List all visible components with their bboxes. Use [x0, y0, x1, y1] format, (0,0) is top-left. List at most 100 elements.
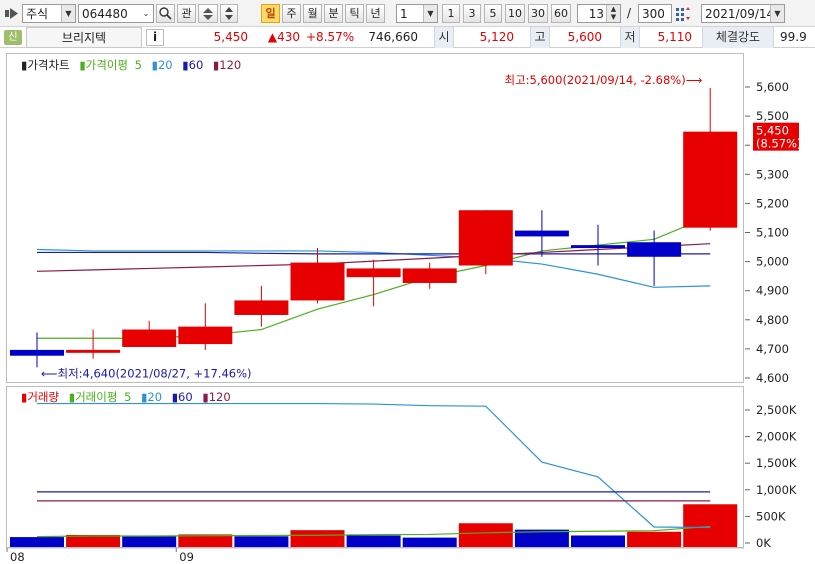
x-axis-label: 09 [179, 550, 194, 564]
period-tab-1[interactable]: 주 [282, 4, 301, 23]
volume-axis-label: 1,500K [756, 456, 797, 470]
price-axis-label: 4,700 [756, 342, 789, 356]
volume-chart-panel[interactable]: ▮거래량 ▮거래이평 5 ▮20 ▮60 ▮120 [6, 386, 744, 548]
candle-11 [627, 230, 682, 286]
period-tab-4[interactable]: 틱 [345, 4, 364, 23]
candle-4 [234, 285, 289, 327]
grid-settings-icon [676, 7, 690, 21]
x-axis-svg: 08 09 [6, 547, 744, 564]
search-button[interactable] [156, 4, 175, 23]
quick-unit-10[interactable]: 10 [505, 4, 525, 23]
candle-body [234, 300, 289, 315]
price-axis-label: 5,100 [756, 226, 789, 240]
candle-12 [683, 88, 738, 231]
high-price: 5,600 [567, 30, 602, 44]
quick-unit-30[interactable]: 30 [528, 4, 548, 23]
candle-body [627, 242, 682, 257]
candle-body [514, 230, 569, 237]
price-axis-label: 5,500 [756, 109, 789, 123]
volume-bar-6 [346, 535, 401, 547]
stepper-arrows-icon[interactable]: ▲ ▼ [606, 5, 620, 22]
candle-body [66, 349, 121, 353]
period-tab-3[interactable]: 분 [324, 4, 343, 23]
unit-select[interactable]: 1 ▼ [396, 4, 438, 23]
price-axis-label: 5,000 [756, 255, 789, 269]
date-select[interactable]: 2021/09/14 ▼ [701, 4, 785, 23]
price-chart-plot: 최고:5,600(2021/09/14, -2.68%)⟶ ⟵최저:4,640(2… [10, 73, 738, 380]
period-tab-0[interactable]: 일 [261, 4, 280, 23]
count-max-input[interactable]: 300 [638, 4, 672, 23]
price-axis-label: 4,800 [756, 313, 789, 327]
volume-bar-8 [458, 523, 513, 547]
quick-unit-3[interactable]: 3 [463, 4, 481, 23]
scroll-spinner[interactable] [220, 4, 238, 23]
volume-axis-svg: 0K 500K 1,000K 1,500K 2,000K 2,500K [745, 403, 797, 550]
candle-3 [178, 303, 233, 350]
high-label: 고 [530, 27, 550, 48]
volume-ma-20-line [37, 402, 711, 529]
candle-10 [571, 224, 625, 266]
volume-axis-label: 500K [756, 509, 786, 523]
candle-8 [458, 210, 513, 275]
price-axis-label: 4,900 [756, 284, 789, 298]
volume-axis-label: 1,000K [756, 483, 797, 497]
volume-axis-label: 2,500K [756, 403, 797, 417]
period-tab-5[interactable]: 년 [366, 4, 385, 23]
candle-body [122, 329, 177, 347]
candle-body [10, 349, 64, 356]
strength-label: 체결강도 [702, 27, 774, 48]
open-price: 5,120 [479, 30, 514, 44]
info-button[interactable]: i [146, 29, 164, 46]
quick-unit-1[interactable]: 1 [442, 4, 460, 23]
candle-2 [122, 320, 177, 347]
trade-volume: 746,660 [368, 30, 418, 44]
sync-button[interactable] [198, 4, 218, 23]
price-chart-panel[interactable]: ▮가격차트 ▮가격이평 5 ▮20 ▮60 ▮120 최고:5,600(2021… [6, 53, 744, 383]
quick-unit-60[interactable]: 60 [551, 4, 571, 23]
price-change: ▲430 [267, 30, 300, 44]
menu-arrow-icon[interactable] [4, 4, 20, 23]
stock-code-input[interactable]: 064480 ⌄ [78, 4, 154, 23]
volume-bar-5 [290, 530, 345, 547]
chevron-down-icon: ▼ [61, 5, 75, 22]
volume-bar-4 [234, 536, 289, 547]
count-slash: / [627, 6, 632, 20]
price-change-pct: +8.57% [306, 30, 355, 44]
volume-bar-2 [122, 536, 177, 547]
volume-axis: 0K 500K 1,000K 1,500K 2,000K 2,500K [745, 386, 815, 550]
volume-bar-11 [627, 531, 682, 547]
current-price-tag-value: 5,450 [756, 124, 789, 138]
count-stepper[interactable]: 13 ▲ ▼ [577, 4, 621, 23]
candle-body [346, 268, 401, 278]
candle-9 [514, 210, 569, 257]
count-max-value: 300 [642, 7, 665, 21]
sync-icon [203, 8, 213, 20]
volume-bar-12 [683, 504, 738, 547]
current-price-tag-pct: (8.57%) [756, 137, 802, 151]
volume-axis-label: 0K [756, 536, 771, 548]
trade-strength: 99.9 [780, 30, 807, 44]
grid-settings-button[interactable] [675, 4, 691, 23]
volume-bar-7 [402, 537, 457, 547]
candle-body [571, 245, 625, 249]
low-label: 저 [620, 27, 640, 48]
chart-toolbar: 주식 ▼ 064480 ⌄ 관 일주월분틱년 1 ▼ 1 3 5 10 30 60 13 … [0, 0, 815, 27]
stock-name: 브리지텍 [26, 27, 142, 48]
interest-button[interactable]: 관 [177, 4, 196, 23]
candle-7 [402, 262, 457, 289]
quote-info-bar: 신 브리지텍 i 5,450 ▲430 +8.57% 746,660 시 5,1… [0, 27, 815, 48]
quick-unit-5[interactable]: 5 [484, 4, 502, 23]
price-axis-label: 5,200 [756, 196, 789, 210]
high-annotation: 최고:5,600(2021/09/14, -2.68%)⟶ [504, 73, 702, 87]
low-price: 5,110 [657, 30, 692, 44]
spinner-arrows-icon [225, 7, 233, 20]
price-axis-svg: 4,600 4,700 4,800 4,900 5,000 5,100 5,200 5,300… [745, 80, 802, 385]
price-axis: 4,600 4,700 4,800 4,900 5,000 5,100 5,200 5,300… [745, 53, 815, 385]
open-label: 시 [434, 27, 454, 48]
volume-bar-0 [10, 537, 64, 547]
volume-bar-10 [571, 535, 625, 547]
price-axis-label: 4,600 [756, 371, 789, 383]
current-price: 5,450 [213, 30, 248, 44]
market-select[interactable]: 주식 ▼ [22, 4, 76, 23]
period-tab-2[interactable]: 월 [303, 4, 322, 23]
